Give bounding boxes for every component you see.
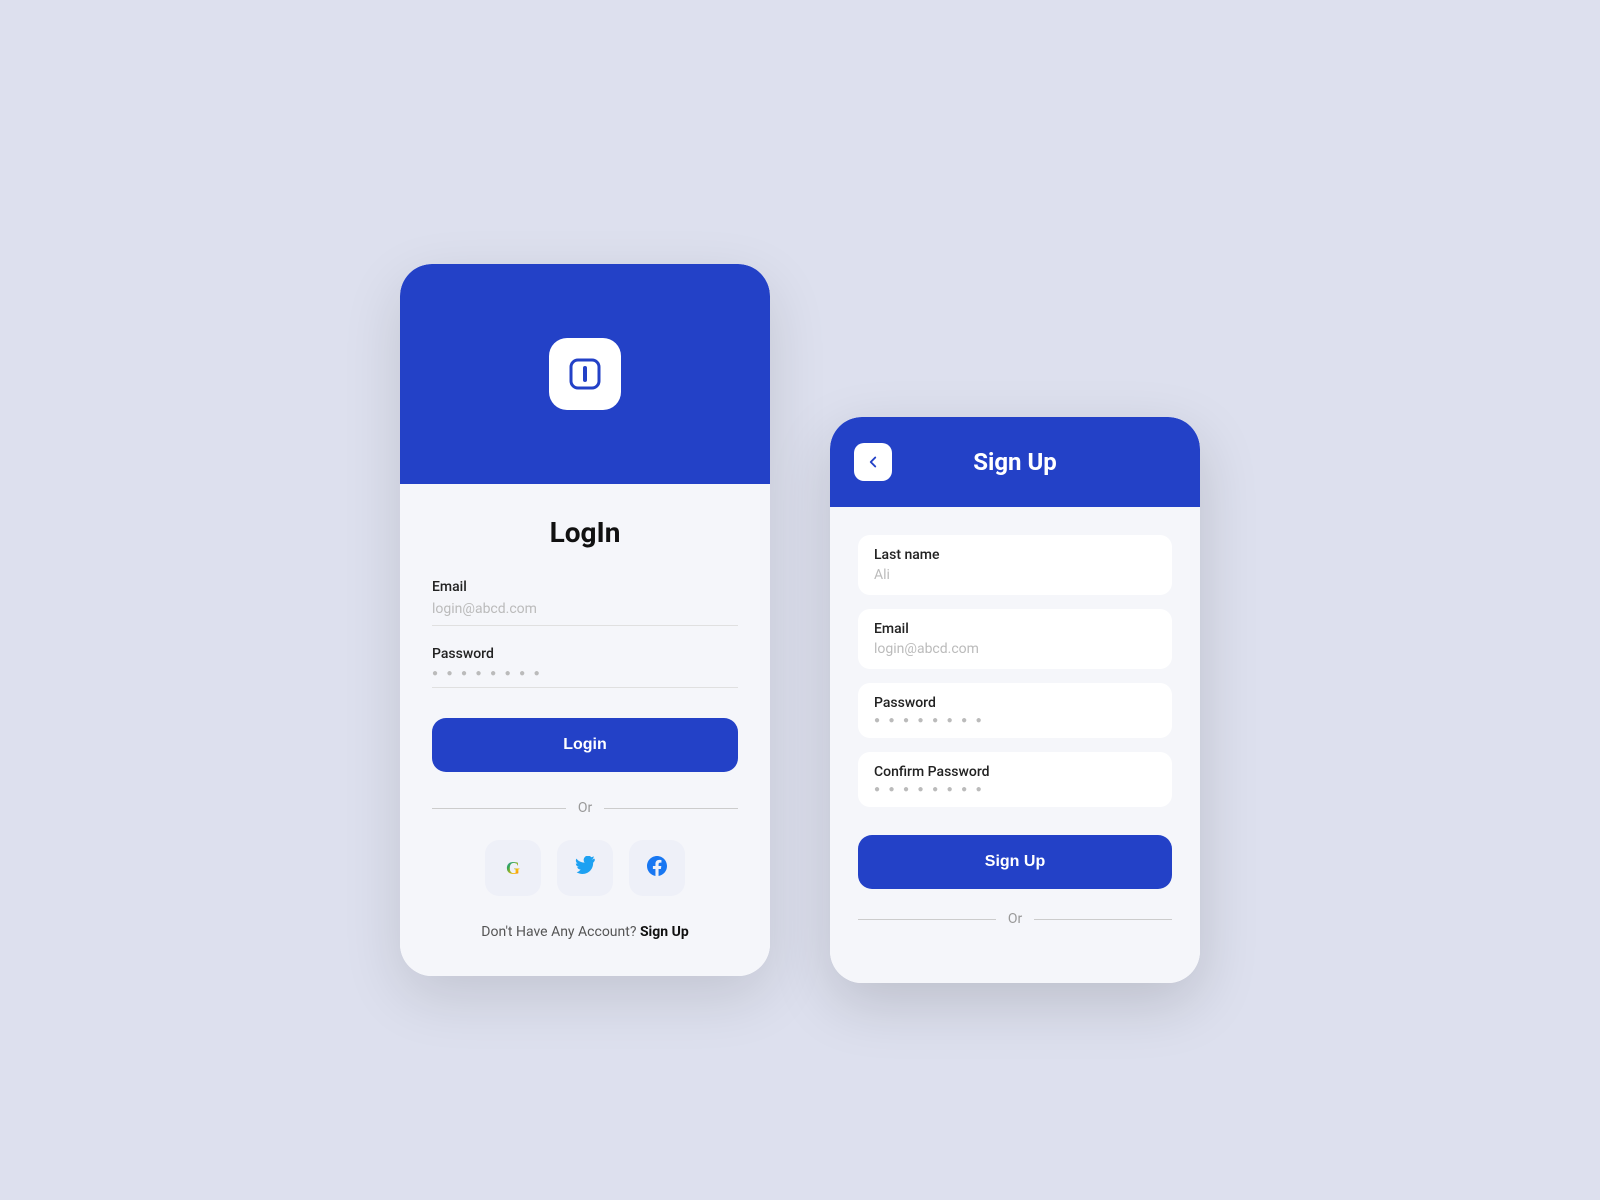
signup-password-label: Password — [874, 695, 1156, 711]
signup-or-text: Or — [1008, 911, 1022, 927]
confirm-password-field-group: Confirm Password ● ● ● ● ● ● ● ● — [858, 752, 1172, 807]
signup-title: Sign Up — [892, 448, 1138, 476]
lastname-field-group: Last name Ali — [858, 535, 1172, 595]
app-logo — [549, 338, 621, 410]
email-input-display[interactable]: login@abcd.com — [432, 601, 738, 626]
confirm-password-label: Confirm Password — [874, 764, 1156, 780]
login-button[interactable]: Login — [432, 718, 738, 772]
signup-card: Sign Up Last name Ali Email login@abcd.c… — [830, 417, 1200, 983]
password-field-group: Password ● ● ● ● ● ● ● ● — [432, 646, 738, 688]
lastname-input-display[interactable]: Ali — [874, 567, 1156, 583]
social-buttons: G — [432, 840, 738, 896]
or-line-left — [432, 808, 566, 809]
email-field-group: Email login@abcd.com — [432, 579, 738, 626]
signup-link[interactable]: Sign Up — [640, 924, 689, 940]
login-title: LogIn — [432, 516, 738, 549]
lastname-label: Last name — [874, 547, 1156, 563]
login-card: LogIn Email login@abcd.com Password ● ● … — [400, 264, 770, 976]
or-line-right — [604, 808, 738, 809]
signup-body: Last name Ali Email login@abcd.com Passw… — [830, 507, 1200, 983]
signup-or-line-left — [858, 919, 996, 920]
password-label: Password — [432, 646, 738, 662]
signup-header: Sign Up — [830, 417, 1200, 507]
login-body: LogIn Email login@abcd.com Password ● ● … — [400, 484, 770, 976]
or-divider: Or — [432, 800, 738, 816]
signup-button[interactable]: Sign Up — [858, 835, 1172, 889]
signup-or-line-right — [1034, 919, 1172, 920]
signup-email-label: Email — [874, 621, 1156, 637]
password-input-display[interactable]: ● ● ● ● ● ● ● ● — [432, 668, 738, 688]
signup-or-divider: Or — [858, 911, 1172, 927]
twitter-icon — [575, 856, 595, 881]
or-text: Or — [578, 800, 592, 816]
facebook-button[interactable] — [629, 840, 685, 896]
google-button[interactable]: G — [485, 840, 541, 896]
twitter-button[interactable] — [557, 840, 613, 896]
back-button[interactable] — [854, 443, 892, 481]
screens-container: LogIn Email login@abcd.com Password ● ● … — [400, 264, 1200, 976]
no-account-text: Don't Have Any Account? Sign Up — [432, 924, 738, 940]
login-header — [400, 264, 770, 484]
no-account-label: Don't Have Any Account? — [481, 924, 636, 940]
google-icon: G — [506, 858, 520, 879]
signup-email-field-group: Email login@abcd.com — [858, 609, 1172, 669]
signup-password-input-display[interactable]: ● ● ● ● ● ● ● ● — [874, 715, 1156, 726]
email-label: Email — [432, 579, 738, 595]
facebook-icon — [647, 856, 667, 881]
signup-email-input-display[interactable]: login@abcd.com — [874, 641, 1156, 657]
signup-password-field-group: Password ● ● ● ● ● ● ● ● — [858, 683, 1172, 738]
confirm-password-input-display[interactable]: ● ● ● ● ● ● ● ● — [874, 784, 1156, 795]
